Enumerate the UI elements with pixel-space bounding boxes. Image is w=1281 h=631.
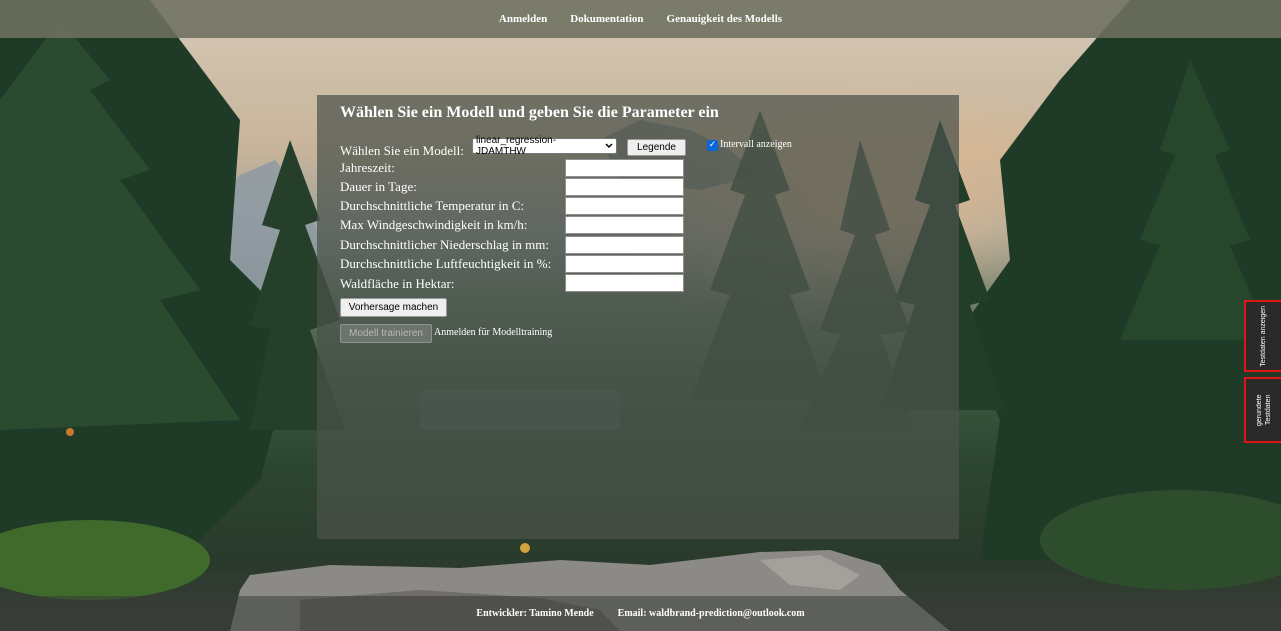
max-wind-input[interactable] <box>565 216 684 234</box>
season-input[interactable] <box>565 159 684 177</box>
legend-button[interactable]: Legende <box>627 139 686 156</box>
show-test-data-tab[interactable]: Testdaten anzeigen <box>1244 300 1281 372</box>
chevron-down-icon <box>605 143 613 149</box>
nav-login-link[interactable]: Anmelden <box>499 13 547 25</box>
model-select[interactable]: linear_regression-JDAMTHW <box>472 135 617 157</box>
model-select-label: Wählen Sie ein Modell: <box>340 143 464 158</box>
interval-checkbox-label: Intervall anzeigen <box>720 139 792 150</box>
avg-humidity-label: Durchschnittliche Luftfeuchtigkeit in %: <box>340 256 552 271</box>
footer-developer: Entwickler: Tamino Mende <box>476 608 594 619</box>
model-select-value: linear_regression-JDAMTHW <box>476 135 557 157</box>
rounded-test-data-label: gerundete Testdaten <box>1255 394 1272 426</box>
top-navigation: Anmelden Dokumentation Genauigkeit des M… <box>0 0 1281 38</box>
duration-label: Dauer in Tage: <box>340 179 417 194</box>
predict-button[interactable]: Vorhersage machen <box>340 298 447 317</box>
avg-temperature-input[interactable] <box>565 197 684 215</box>
nav-documentation-link[interactable]: Dokumentation <box>570 13 643 25</box>
avg-humidity-input[interactable] <box>565 255 684 273</box>
forest-area-label: Waldfläche in Hektar: <box>340 276 455 291</box>
nav-model-accuracy-link[interactable]: Genauigkeit des Modells <box>667 13 783 25</box>
interval-checkbox[interactable]: ✓ <box>707 140 718 151</box>
check-icon: ✓ <box>708 140 717 150</box>
train-model-button: Modell trainieren <box>340 324 432 343</box>
panel-title: Wählen Sie ein Modell und geben Sie die … <box>340 104 719 121</box>
avg-precipitation-label: Durchschnittlicher Niederschlag in mm: <box>340 237 550 252</box>
avg-precipitation-input[interactable] <box>565 236 684 254</box>
show-test-data-label: Testdaten anzeigen <box>1260 305 1267 367</box>
train-login-hint: Anmelden für Modelltraining <box>434 327 553 338</box>
avg-temperature-label: Durchschnittliche Temperatur in C: <box>340 198 525 213</box>
max-wind-label: Max Windgeschwindigkeit in km/h: <box>340 217 528 232</box>
season-label: Jahreszeit: <box>340 160 395 175</box>
footer: Entwickler: Tamino Mende Email: waldbran… <box>0 596 1281 631</box>
forest-area-input[interactable] <box>565 274 684 292</box>
parameter-panel: Wählen Sie ein Modell und geben Sie die … <box>317 95 959 539</box>
footer-email: Email: waldbrand-prediction@outlook.com <box>617 608 805 619</box>
duration-input[interactable] <box>565 178 684 196</box>
rounded-test-data-tab[interactable]: gerundete Testdaten <box>1244 377 1281 443</box>
